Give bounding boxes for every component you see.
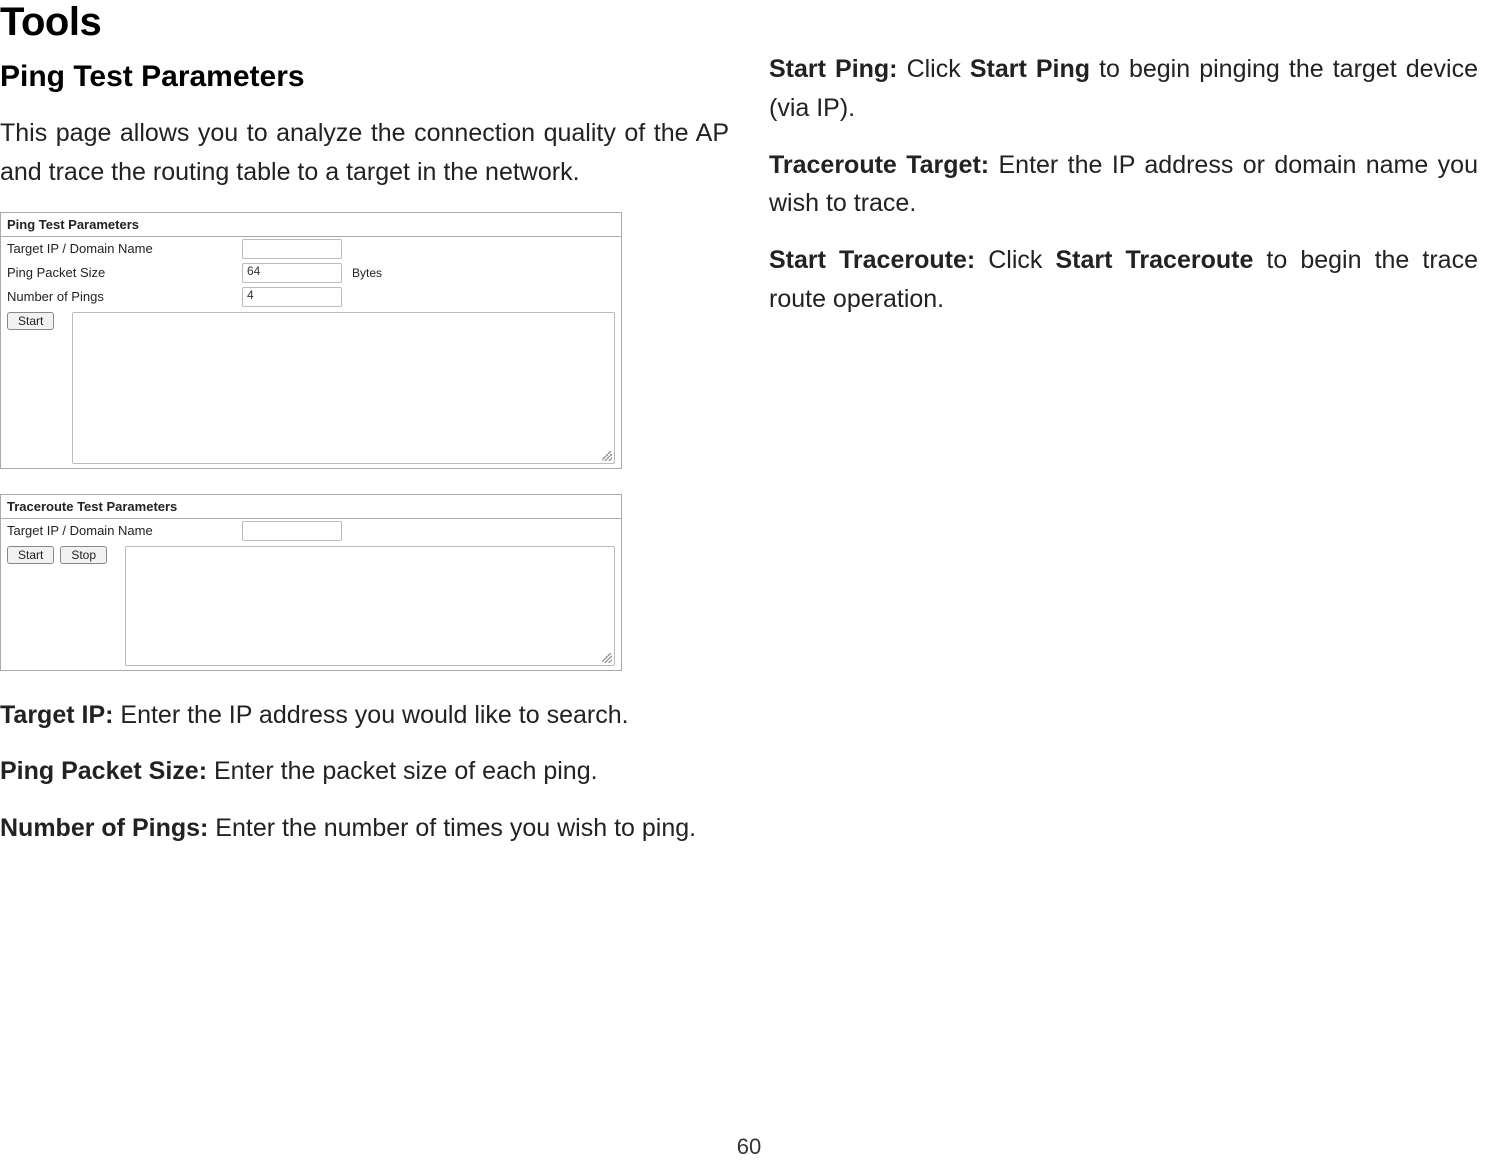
defn-start-ping-text-a: Click (898, 55, 970, 83)
traceroute-stop-button[interactable]: Stop (60, 546, 107, 564)
ping-panel-title: Ping Test Parameters (1, 213, 621, 237)
resize-grip-icon[interactable] (602, 451, 612, 461)
page-title: Tools (0, 0, 729, 45)
ping-test-panel: Ping Test Parameters Target IP / Domain … (0, 212, 622, 469)
traceroute-buttons-row: Start Stop (1, 543, 621, 666)
defn-target-ip: Target IP: Enter the IP address you woul… (0, 696, 729, 735)
defn-target-ip-text: Enter the IP address you would like to s… (113, 701, 628, 729)
defn-packet-size-term: Ping Packet Size: (0, 757, 207, 785)
defn-target-ip-term: Target IP: (0, 701, 113, 729)
ping-target-label: Target IP / Domain Name (7, 241, 242, 256)
defn-tr-target-term: Traceroute Target: (769, 151, 989, 179)
ping-packet-label: Ping Packet Size (7, 265, 242, 280)
resize-grip-icon[interactable] (602, 653, 612, 663)
defn-packet-size-text: Enter the packet size of each ping. (207, 757, 598, 785)
ping-start-button[interactable]: Start (7, 312, 54, 330)
traceroute-target-row: Target IP / Domain Name (1, 519, 621, 543)
traceroute-output-textarea[interactable] (125, 546, 615, 666)
defn-start-tr-bold: Start Traceroute (1056, 246, 1254, 274)
defn-start-traceroute: Start Traceroute: Click Start Traceroute… (769, 241, 1478, 319)
defn-start-tr-term: Start Traceroute: (769, 246, 975, 274)
ping-num-row: Number of Pings 4 (1, 285, 621, 309)
traceroute-panel-title: Traceroute Test Parameters (1, 495, 621, 519)
ping-packet-unit: Bytes (352, 266, 382, 280)
defn-num-pings-term: Number of Pings: (0, 814, 208, 842)
ping-start-row: Start (1, 309, 621, 464)
defn-start-ping-term: Start Ping: (769, 55, 898, 83)
ping-packet-input[interactable]: 64 (242, 263, 342, 283)
defn-packet-size: Ping Packet Size: Enter the packet size … (0, 752, 729, 791)
ping-output-textarea[interactable] (72, 312, 615, 464)
traceroute-start-button[interactable]: Start (7, 546, 54, 564)
defn-traceroute-target: Traceroute Target: Enter the IP address … (769, 146, 1478, 224)
ping-num-label: Number of Pings (7, 289, 242, 304)
ping-num-input[interactable]: 4 (242, 287, 342, 307)
traceroute-panel: Traceroute Test Parameters Target IP / D… (0, 494, 622, 671)
section-title-ping: Ping Test Parameters (0, 60, 729, 94)
defn-num-pings: Number of Pings: Enter the number of tim… (0, 809, 729, 848)
defn-start-ping: Start Ping: Click Start Ping to begin pi… (769, 50, 1478, 128)
defn-num-pings-text: Enter the number of times you wish to pi… (208, 814, 696, 842)
traceroute-target-label: Target IP / Domain Name (7, 523, 242, 538)
ping-target-row: Target IP / Domain Name (1, 237, 621, 261)
defn-start-tr-text-a: Click (975, 246, 1055, 274)
page-number: 60 (0, 1134, 1498, 1160)
ping-packet-row: Ping Packet Size 64 Bytes (1, 261, 621, 285)
traceroute-target-input[interactable] (242, 521, 342, 541)
intro-paragraph: This page allows you to analyze the conn… (0, 114, 729, 192)
ping-target-input[interactable] (242, 239, 342, 259)
defn-start-ping-bold: Start Ping (970, 55, 1090, 83)
